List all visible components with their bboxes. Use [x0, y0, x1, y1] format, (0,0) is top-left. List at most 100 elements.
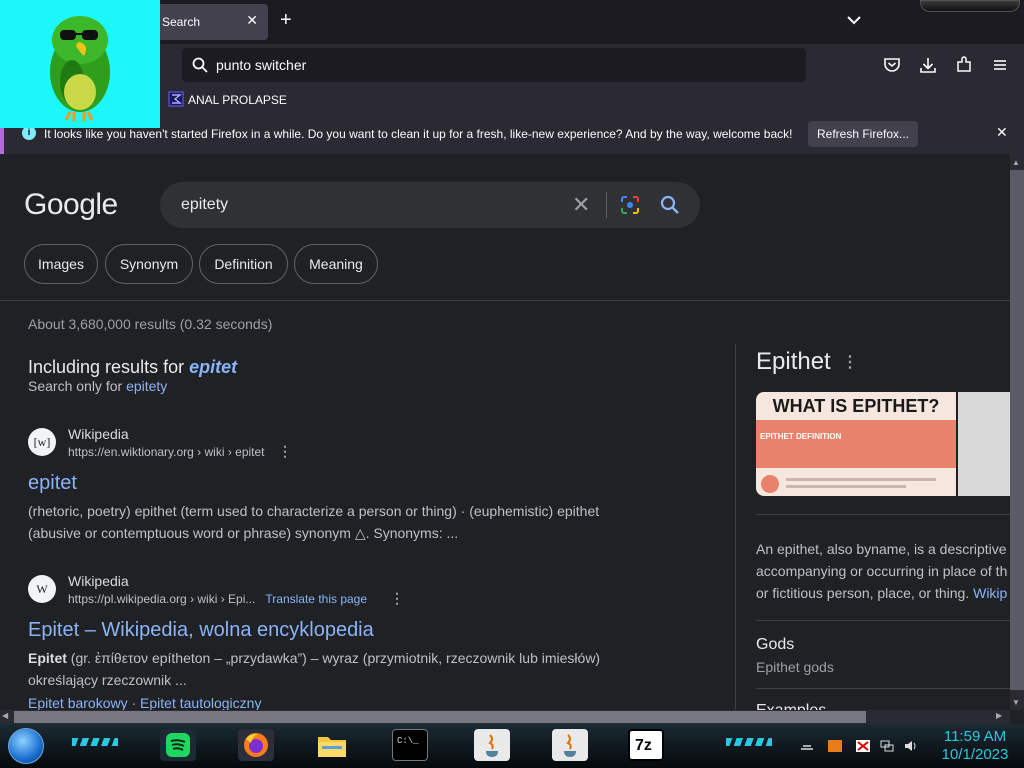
start-button[interactable]: [8, 728, 44, 764]
chip-definition[interactable]: Definition: [199, 244, 288, 284]
spotify-icon[interactable]: [160, 729, 196, 761]
knowledge-panel-image[interactable]: WHAT IS EPITHET? EPITHET DEFINITION: [756, 392, 956, 496]
extensions-icon[interactable]: [955, 56, 973, 74]
search-only-link[interactable]: epitety: [126, 378, 167, 394]
firefox-icon[interactable]: [238, 729, 274, 761]
wikipedia-favicon-icon: W: [28, 575, 56, 603]
refresh-firefox-button[interactable]: Refresh Firefox...: [808, 121, 918, 147]
more-options-icon[interactable]: ⋮: [390, 590, 404, 607]
including-results-text: Including results for epitet: [28, 357, 237, 378]
search-icon[interactable]: [660, 195, 680, 215]
result-snippet: (rhetoric, poetry) epithet (term used to…: [28, 503, 600, 541]
kp-desc-line: An epithet, also byname, is a descriptiv…: [756, 541, 1007, 557]
result-url-text[interactable]: https://pl.wikipedia.org › wiki › Epi...: [68, 592, 255, 606]
new-tab-icon[interactable]: +: [280, 10, 292, 30]
scroll-down-icon[interactable]: ▼: [1012, 698, 1020, 707]
google-search-box[interactable]: ✕: [160, 182, 700, 228]
chips-divider: [0, 300, 1010, 301]
result-url[interactable]: https://en.wiktionary.org › wiki › epite…: [68, 445, 265, 459]
taskbar-decoration: [726, 738, 772, 746]
menu-icon[interactable]: [991, 56, 1009, 74]
kp-divider: [756, 620, 1010, 621]
translate-link[interactable]: Translate this page: [265, 592, 367, 606]
knowledge-panel-image-2[interactable]: [958, 392, 1010, 496]
result-site-name[interactable]: Wikipedia: [68, 573, 129, 589]
result-stats: About 3,680,000 results (0.32 seconds): [28, 316, 273, 332]
search-result: [w] Wikipedia https://en.wiktionary.org …: [28, 426, 648, 546]
pocket-icon[interactable]: [883, 56, 901, 74]
image-band: [756, 420, 956, 468]
kp-gods-heading[interactable]: Gods: [756, 636, 794, 654]
vertical-scrollbar-thumb[interactable]: [1010, 170, 1024, 690]
result-snippet: Epitet (gr. ἐπίθετον epítheton – „przyda…: [28, 647, 638, 691]
kp-desc-line: accompanying or occurring in place of th: [756, 563, 1008, 579]
parrot-icon: [50, 16, 110, 121]
url-bar[interactable]: [182, 48, 806, 82]
image-label: EPITHET DEFINITION: [760, 432, 842, 441]
kp-gods-subtitle: Epithet gods: [756, 659, 834, 675]
knowledge-panel-title: Epithet: [756, 348, 831, 375]
java-icon[interactable]: [474, 729, 510, 761]
google-results-page: Google ✕ Images Synonym Definition Meani…: [0, 154, 1010, 710]
kp-divider: [756, 688, 1010, 689]
bookmark-label: ANAL PROLAPSE: [188, 93, 287, 107]
7zip-label: 7z: [635, 737, 652, 754]
network-icon[interactable]: [880, 740, 894, 752]
google-lens-icon[interactable]: [620, 195, 640, 215]
volume-icon[interactable]: [904, 740, 918, 752]
knowledge-panel-border: [735, 344, 736, 710]
download-icon[interactable]: [919, 56, 937, 74]
scroll-left-icon[interactable]: ◀: [2, 711, 8, 720]
url-input[interactable]: [216, 56, 776, 74]
clear-search-icon[interactable]: ✕: [572, 194, 590, 216]
chip-images[interactable]: Images: [24, 244, 98, 284]
horizontal-scrollbar-thumb[interactable]: [14, 711, 866, 723]
scroll-up-icon[interactable]: ▲: [1012, 158, 1020, 167]
notification-text: It looks like you haven't started Firefo…: [44, 127, 793, 141]
search-result: W Wikipedia https://pl.wikipedia.org › w…: [28, 573, 648, 710]
scroll-right-icon[interactable]: ▶: [996, 711, 1002, 720]
more-options-icon[interactable]: ⋮: [278, 443, 292, 460]
bookmark-favicon-icon: [168, 91, 184, 107]
system-clock[interactable]: 11:59 AM 10/1/2023: [936, 728, 1014, 764]
taskbar: C:\_ 7z 11:59 AM 10/1/2023: [0, 724, 1024, 768]
image-decoration: [761, 475, 936, 493]
image-headline: WHAT IS EPITHET?: [772, 396, 940, 416]
result-url: https://pl.wikipedia.org › wiki › Epi...…: [68, 592, 367, 606]
kp-examples-heading[interactable]: Examples: [756, 702, 826, 710]
clock-time: 11:59 AM: [943, 728, 1007, 745]
flag-icon[interactable]: [856, 740, 870, 752]
including-prefix: Including results for: [28, 357, 190, 377]
chevron-down-icon[interactable]: [846, 12, 862, 28]
kp-divider: [756, 514, 1010, 515]
result-sitelinks[interactable]: Epitet barokowy · Epitet tautologiczny: [28, 695, 261, 710]
chip-synonym[interactable]: Synonym: [105, 244, 193, 284]
file-explorer-icon[interactable]: [314, 729, 350, 761]
kp-desc-line: or fictitious person, place, or thing.: [756, 585, 974, 601]
java-update-icon[interactable]: [828, 740, 842, 752]
search-only-text: Search only for epitety: [28, 378, 167, 394]
result-title[interactable]: Epitet – Wikipedia, wolna encyklopedia: [28, 619, 374, 642]
java-icon[interactable]: [552, 729, 588, 761]
more-options-icon[interactable]: ⋮: [842, 352, 858, 372]
tab-close-icon[interactable]: ✕: [246, 12, 258, 29]
search-divider: [606, 192, 607, 218]
result-site-name[interactable]: Wikipedia: [68, 426, 129, 442]
wikipedia-link[interactable]: Wikip: [973, 585, 1007, 601]
result-title[interactable]: epitet: [28, 472, 77, 495]
parrot-avatar-overlay: [0, 0, 160, 128]
google-search-input[interactable]: [181, 195, 561, 215]
snippet-text: (gr. ἐπίθετον epítheton – „przydawka”) –…: [28, 650, 601, 688]
show-hidden-icons-icon[interactable]: [800, 740, 814, 752]
search-only-prefix: Search only for: [28, 378, 127, 394]
terminal-icon[interactable]: C:\_: [392, 729, 428, 761]
including-term-link[interactable]: epitet: [189, 357, 237, 377]
chip-meaning[interactable]: Meaning: [294, 244, 378, 284]
knowledge-panel-description: An epithet, also byname, is a descriptiv…: [756, 538, 1010, 604]
7zip-icon[interactable]: 7z: [628, 729, 664, 761]
taskbar-decoration: [72, 738, 118, 746]
clock-date: 10/1/2023: [941, 746, 1009, 763]
google-logo[interactable]: Google: [24, 188, 118, 222]
close-notification-icon[interactable]: ✕: [996, 124, 1008, 141]
snippet-bold-term: Epitet: [28, 650, 67, 666]
